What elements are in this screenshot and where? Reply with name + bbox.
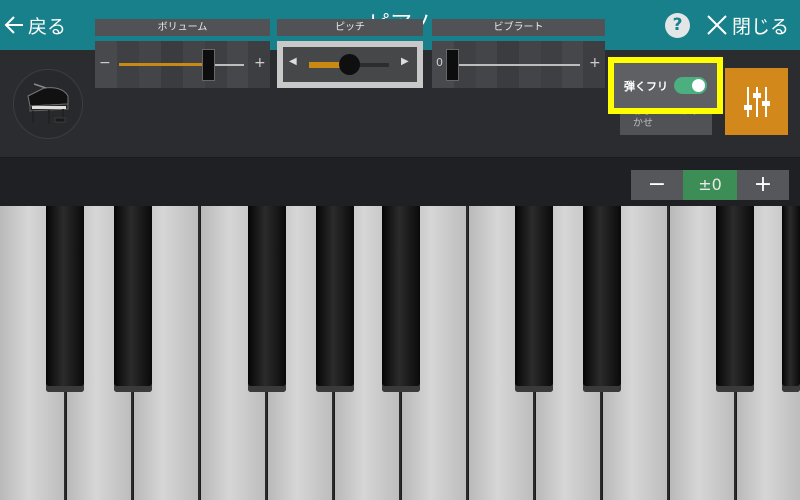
help-icon[interactable]: ? [665,13,690,38]
toggle-knob [692,79,705,92]
black-key[interactable] [46,206,84,392]
close-icon [707,15,727,35]
piano-keyboard[interactable] [0,206,800,500]
black-key[interactable] [583,206,621,392]
black-key[interactable] [782,206,800,392]
back-label: 戻る [28,15,67,38]
mixer-button[interactable] [725,68,788,135]
vibrato-min: 0 [436,56,443,69]
volume-plus[interactable]: + [254,53,266,73]
pitch-left-arrow[interactable]: ◀ [289,56,297,67]
black-key[interactable] [114,206,152,392]
transpose-minus-button[interactable]: − [631,170,683,200]
pitch-knob[interactable] [339,54,360,75]
back-button[interactable]: 戻る [0,0,80,50]
vibrato-track [452,64,580,66]
mixer-sliders-icon [743,86,770,117]
toggle-switch[interactable] [674,77,707,94]
black-key[interactable] [716,206,754,392]
pitch-slider[interactable]: ◀ ▶ [283,47,417,82]
black-key[interactable] [248,206,286,392]
volume-fill [119,63,207,66]
fake-play-label: 弾くフリ [624,79,668,93]
close-button[interactable]: 閉じる [706,0,800,50]
fake-play-toggle[interactable]: 弾くフリ [618,67,713,104]
volume-minus[interactable]: − [99,53,111,73]
instrument-selector[interactable] [13,69,83,139]
vibrato-label: ビブラート [432,19,605,36]
black-key[interactable] [382,206,420,392]
black-key[interactable] [316,206,354,392]
volume-slider[interactable]: − + [95,41,270,88]
black-key[interactable] [515,206,553,392]
vibrato-slider[interactable]: 0 + [432,41,605,88]
close-label: 閉じる [732,15,790,38]
volume-thumb[interactable] [202,49,215,81]
grand-piano-icon [27,83,69,124]
pitch-right-arrow[interactable]: ▶ [401,56,409,67]
transpose-plus-button[interactable]: + [737,170,789,200]
vibrato-thumb[interactable] [446,49,459,81]
arrow-left-icon [4,16,23,34]
transpose-value: ±0 [683,170,737,200]
volume-label: ボリューム [95,19,270,36]
pitch-label: ピッチ [277,19,423,36]
vibrato-plus[interactable]: + [589,53,601,73]
